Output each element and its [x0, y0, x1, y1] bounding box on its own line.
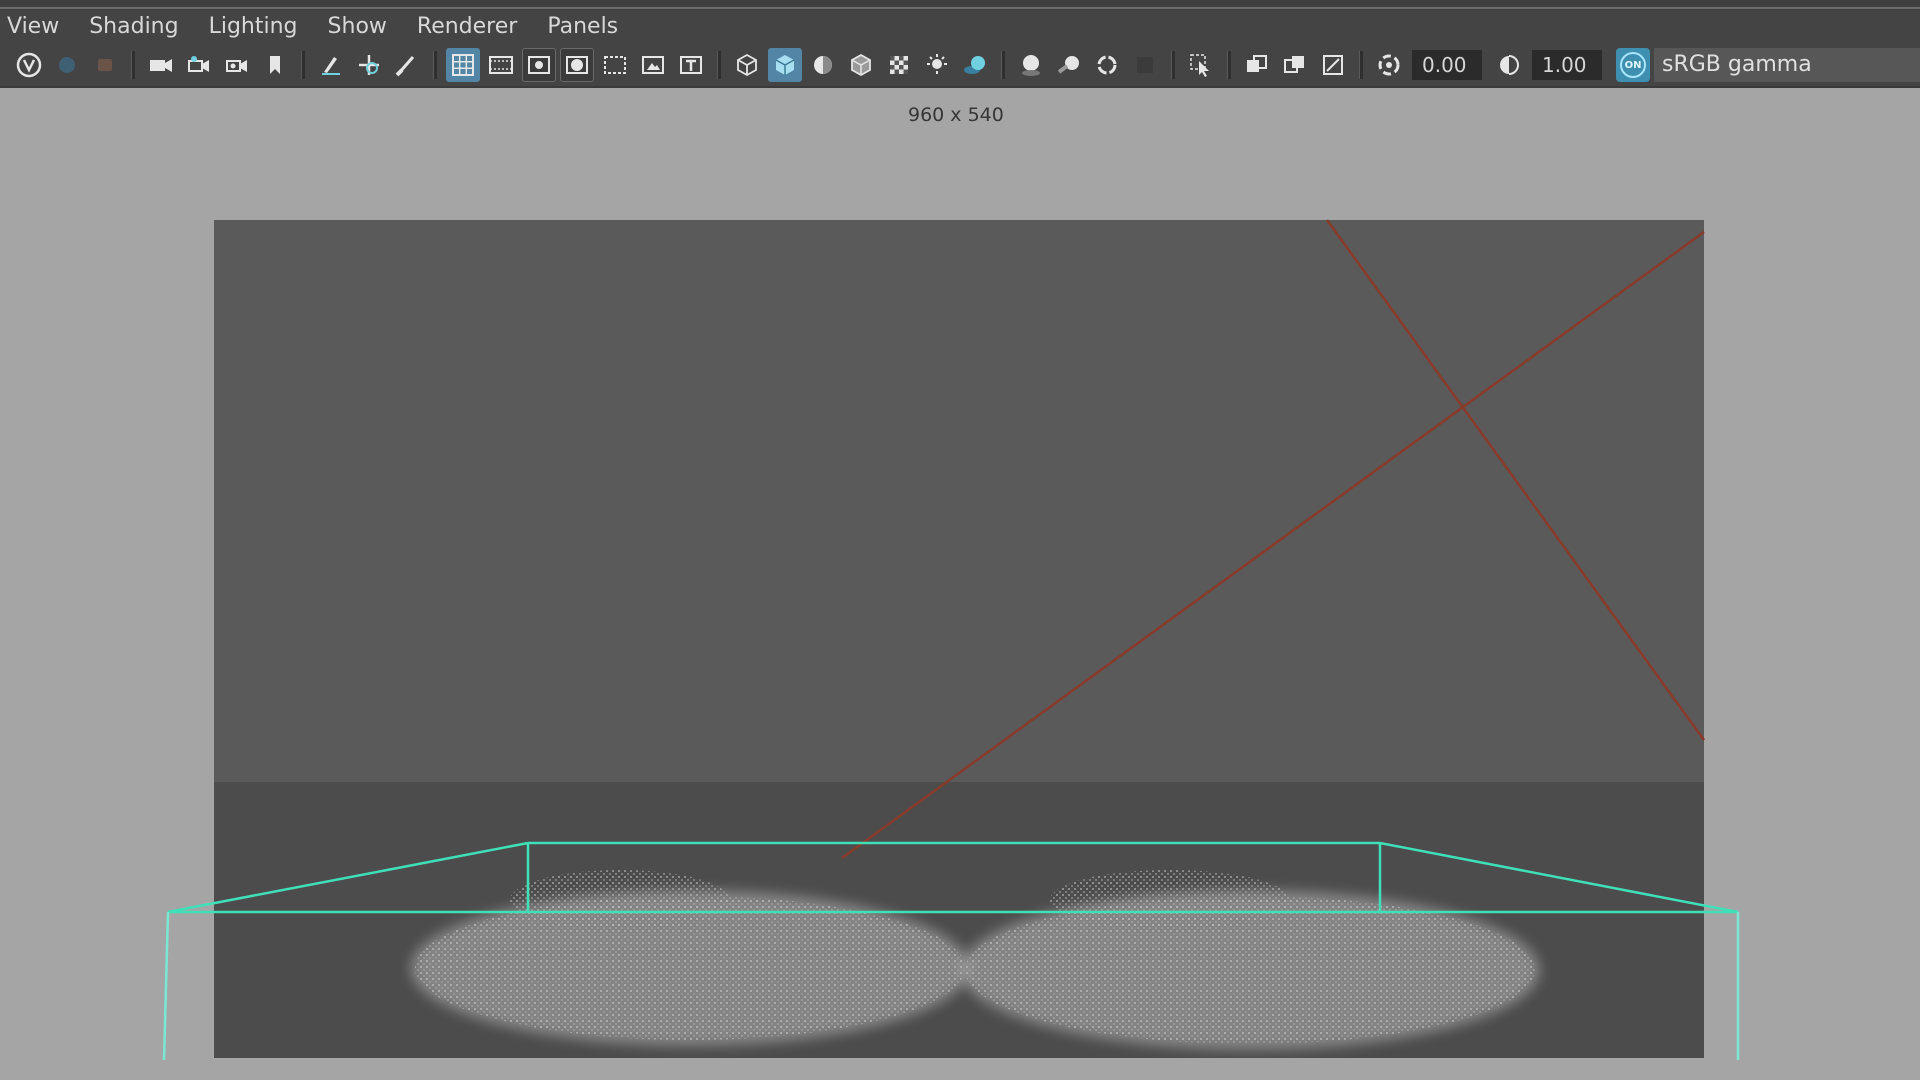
viewport-canvas[interactable]: [0, 0, 1920, 1080]
